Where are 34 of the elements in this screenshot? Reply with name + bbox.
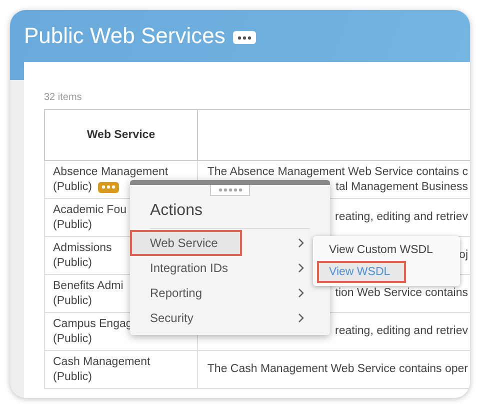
- ellipsis-icon: [237, 36, 252, 40]
- chevron-icon: [298, 238, 304, 248]
- drag-handle[interactable]: [210, 185, 250, 196]
- service-name: Admissions: [53, 240, 112, 256]
- ellipsis-icon: [100, 185, 116, 189]
- service-name: Benefits Admi: [53, 278, 124, 294]
- chevron-icon: [298, 263, 304, 273]
- description-text: reating, editing and retriev: [335, 211, 468, 223]
- service-name: Absence Management: [53, 164, 168, 180]
- popup-title: Actions: [150, 202, 310, 229]
- service-name-suffix: (Public): [53, 370, 92, 384]
- service-name-suffix: (Public): [53, 294, 92, 308]
- menu-item[interactable]: Reporting: [130, 282, 330, 304]
- service-name-suffix: (Public): [53, 218, 92, 232]
- related-actions-button[interactable]: [98, 182, 119, 192]
- service-name: Academic Fou: [53, 202, 127, 218]
- item-count: 32 items: [44, 92, 83, 104]
- page-title: Public Web Services: [24, 22, 226, 50]
- chevron-icon: [298, 313, 304, 323]
- menu-item[interactable]: Security: [130, 307, 330, 329]
- description-text: reating, editing and retriev: [335, 325, 468, 337]
- grip-dots-icon: [218, 188, 242, 192]
- chevron-icon: [298, 288, 304, 298]
- description-text: tion Web Service contains: [335, 287, 468, 299]
- description-text: The Cash Management Web Service contains oper: [207, 363, 468, 375]
- description-text: The Absence Management Web Service contains c: [207, 166, 468, 178]
- menu-link[interactable]: View Custom WSDL: [319, 241, 443, 259]
- description-text: tal Management Business: [336, 180, 468, 192]
- service-name-suffix: (Public): [53, 180, 92, 194]
- column-header: Web Service: [44, 110, 198, 160]
- service-name-suffix: (Public): [53, 256, 92, 270]
- more-button[interactable]: [233, 31, 256, 44]
- service-name-suffix: (Public): [53, 332, 92, 346]
- service-name: Cash Management: [53, 354, 150, 370]
